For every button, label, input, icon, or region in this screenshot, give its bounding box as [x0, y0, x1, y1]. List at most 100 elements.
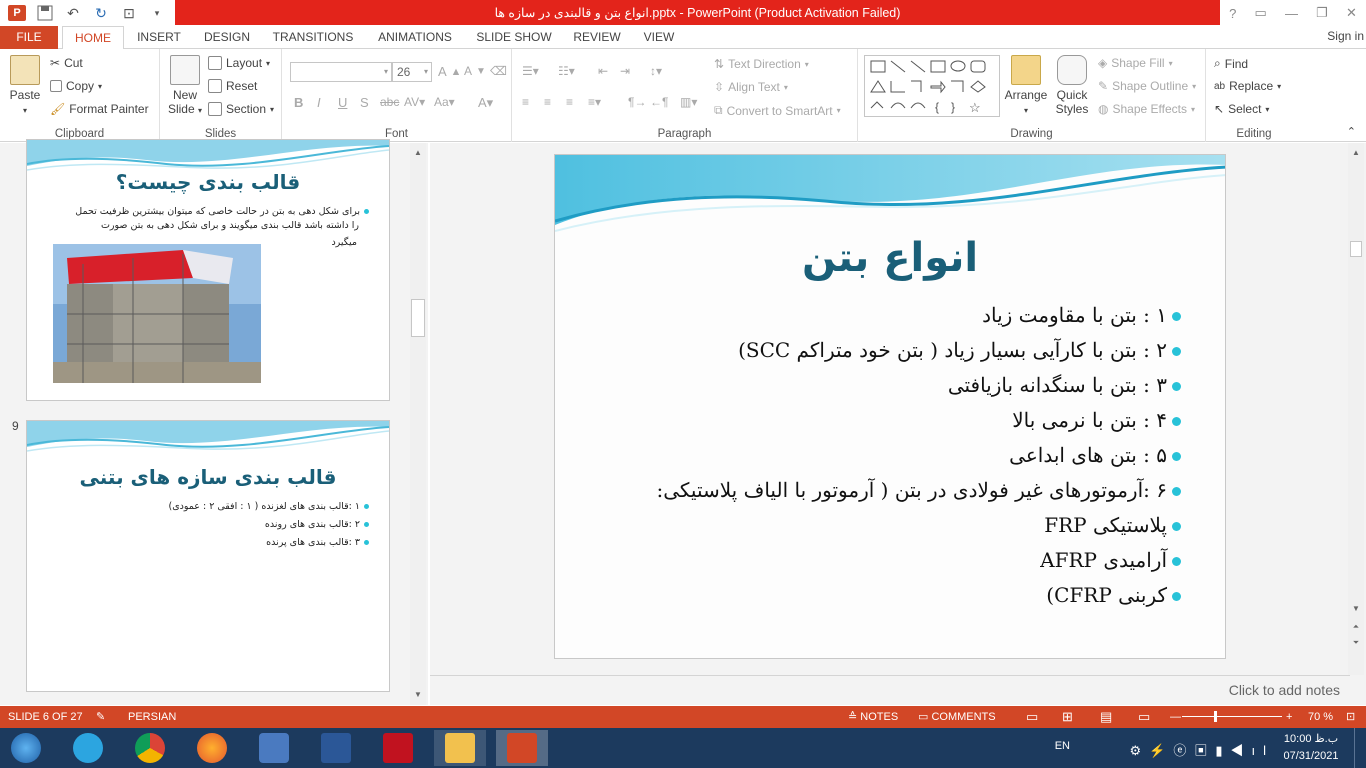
comments-button[interactable]: ▭ COMMENTS: [918, 706, 996, 728]
font-color-button[interactable]: A▾: [478, 95, 493, 111]
undo-icon[interactable]: ↶: [62, 3, 84, 23]
explorer-app[interactable]: [434, 730, 486, 766]
tab-animations[interactable]: ANIMATIONS: [370, 26, 460, 49]
grow-font-button[interactable]: A ▲: [438, 64, 461, 79]
next-slide-icon[interactable]: ⏷: [1350, 637, 1362, 649]
acrobat-app[interactable]: [372, 730, 424, 766]
quick-styles-button[interactable]: Quick Styles: [1050, 55, 1094, 116]
replace-button[interactable]: ab Replace ▾: [1214, 79, 1281, 93]
save-icon[interactable]: [34, 3, 56, 23]
clear-formatting-icon[interactable]: ⌫: [490, 64, 507, 78]
align-text-button[interactable]: ⇳ Align Text ▾: [714, 80, 788, 94]
scroll-up-icon[interactable]: ▲: [1350, 147, 1362, 159]
strikethrough-button[interactable]: abc: [380, 95, 399, 109]
word-app[interactable]: [310, 730, 362, 766]
start-from-beginning-icon[interactable]: ⊡: [118, 3, 140, 23]
rtl-icon[interactable]: ←¶: [650, 95, 668, 109]
select-button[interactable]: ↖ Select ▾: [1214, 102, 1269, 116]
customize-qat-icon[interactable]: ▾: [146, 3, 168, 23]
zoom-out-icon[interactable]: —: [1170, 706, 1181, 728]
editor-scrollbar[interactable]: ▲ ▼ ⏶ ⏷: [1348, 143, 1364, 675]
convert-smartart-button[interactable]: ⧉ Convert to SmartArt ▾: [714, 103, 841, 118]
slide-thumbnail-9[interactable]: قالب بندی سازه های بتنی ۱ :قالب بندی های…: [26, 420, 390, 692]
ribbon-display-icon[interactable]: ▭: [1254, 5, 1266, 21]
justify-icon[interactable]: ≡▾: [588, 95, 601, 109]
slide-bullet-3[interactable]: ۳ : بتن با سنگدانه بازیافتی: [948, 373, 1167, 397]
normal-view-icon[interactable]: ▭: [1026, 706, 1038, 728]
shape-outline-button[interactable]: ✎ Shape Outline ▾: [1098, 79, 1196, 93]
decrease-indent-icon[interactable]: ⇤: [598, 64, 608, 78]
minimize-icon[interactable]: —: [1285, 6, 1298, 21]
current-slide[interactable]: انواع بتن ۱ : بتن با مقاومت زیاد ۲ : بتن…: [554, 154, 1226, 659]
input-language[interactable]: EN: [1055, 740, 1070, 752]
tab-insert[interactable]: INSERT: [132, 26, 186, 49]
slide-bullet-2[interactable]: ۲ : بتن با کارآیی بسیار زیاد ( بتن خود م…: [738, 338, 1167, 362]
tab-review[interactable]: REVIEW: [568, 26, 626, 49]
collapse-ribbon-icon[interactable]: ⌃: [1347, 125, 1356, 138]
format-painter-button[interactable]: 🖌 Format Painter: [50, 102, 149, 116]
slide-bullet-9[interactable]: کربنی CFRP): [1046, 583, 1167, 607]
cut-button[interactable]: ✂ Cut: [50, 56, 83, 70]
previous-slide-icon[interactable]: ⏶: [1350, 621, 1362, 633]
start-button[interactable]: [0, 730, 52, 766]
tab-transitions[interactable]: TRANSITIONS: [268, 26, 358, 49]
scroll-down-icon[interactable]: ▼: [1350, 603, 1362, 615]
underline-button[interactable]: U: [338, 95, 347, 110]
powerpoint-app[interactable]: [496, 730, 548, 766]
slide-thumbnail-8[interactable]: قالب بندی چیست؟ برای شکل دهی به بتن در ح…: [26, 139, 390, 401]
scroll-up-icon[interactable]: ▲: [412, 147, 424, 159]
align-left-icon[interactable]: ≡: [522, 95, 529, 109]
tab-home[interactable]: HOME: [62, 26, 124, 50]
tab-design[interactable]: DESIGN: [198, 26, 256, 49]
reset-button[interactable]: Reset: [208, 79, 257, 93]
media-player-app[interactable]: [248, 730, 300, 766]
font-name-combo[interactable]: ▾: [290, 62, 392, 82]
fit-slide-icon[interactable]: ⊡: [1346, 706, 1355, 728]
increase-indent-icon[interactable]: ⇥: [620, 64, 630, 78]
thumbnail-scrollbar[interactable]: ▲ ▼: [410, 143, 426, 705]
chrome-app[interactable]: [124, 730, 176, 766]
slide-sorter-icon[interactable]: ⊞: [1062, 706, 1073, 728]
paste-button[interactable]: Paste ▾: [6, 55, 44, 118]
scroll-thumb[interactable]: [1350, 241, 1362, 257]
copy-button[interactable]: Copy ▾: [50, 79, 102, 93]
slide-bullet-6[interactable]: ۶ :آرموتورهای غیر فولادی در بتن ( آرموتو…: [656, 478, 1167, 502]
close-icon[interactable]: ✕: [1346, 5, 1357, 21]
notes-button[interactable]: ≙ NOTES: [848, 706, 898, 728]
layout-button[interactable]: Layout ▾: [208, 56, 270, 70]
zoom-in-icon[interactable]: +: [1286, 706, 1292, 728]
scroll-down-icon[interactable]: ▼: [412, 689, 424, 701]
tray-icons[interactable]: ⚙⚡ⓔ▣▮◀ıl: [1130, 740, 1275, 759]
redo-icon[interactable]: ↻: [90, 3, 112, 23]
language-indicator[interactable]: PERSIAN: [128, 706, 176, 728]
reading-view-icon[interactable]: ▤: [1100, 706, 1112, 728]
slideshow-view-icon[interactable]: ▭: [1138, 706, 1150, 728]
text-direction-button[interactable]: ⇅ Text Direction ▾: [714, 57, 809, 71]
change-case-button[interactable]: Aa▾: [434, 95, 455, 109]
shrink-font-button[interactable]: A ▼: [464, 64, 486, 78]
scroll-thumb[interactable]: [411, 299, 425, 337]
zoom-slider[interactable]: [1182, 711, 1282, 722]
shadow-button[interactable]: S: [360, 95, 369, 110]
bullets-icon[interactable]: ☰▾: [522, 64, 539, 78]
show-desktop-button[interactable]: [1354, 728, 1366, 768]
tab-slide-show[interactable]: SLIDE SHOW: [472, 26, 556, 49]
spell-check-icon[interactable]: ✎: [96, 706, 105, 728]
clock-date[interactable]: 07/31/2021: [1276, 750, 1346, 762]
char-spacing-button[interactable]: AV▾: [404, 95, 425, 109]
clock-time[interactable]: 10:00 ب.ظ: [1276, 732, 1346, 745]
align-center-icon[interactable]: ≡: [544, 95, 551, 109]
numbering-icon[interactable]: ☷▾: [558, 64, 575, 78]
slide-bullet-7[interactable]: پلاستیکی FRP: [1044, 513, 1167, 537]
telegram-app[interactable]: [62, 730, 114, 766]
find-button[interactable]: ⌕ Find: [1214, 56, 1248, 71]
firefox-app[interactable]: [186, 730, 238, 766]
align-right-icon[interactable]: ≡: [566, 95, 573, 109]
slide-bullet-1[interactable]: ۱ : بتن با مقاومت زیاد: [982, 303, 1167, 327]
columns-icon[interactable]: ▥▾: [680, 95, 697, 109]
italic-button[interactable]: I: [317, 95, 321, 110]
tab-view[interactable]: VIEW: [636, 26, 682, 49]
sign-in-link[interactable]: Sign in: [1327, 26, 1364, 46]
shapes-gallery[interactable]: {} ☆: [864, 55, 1000, 117]
slide-title[interactable]: انواع بتن: [555, 235, 1225, 281]
